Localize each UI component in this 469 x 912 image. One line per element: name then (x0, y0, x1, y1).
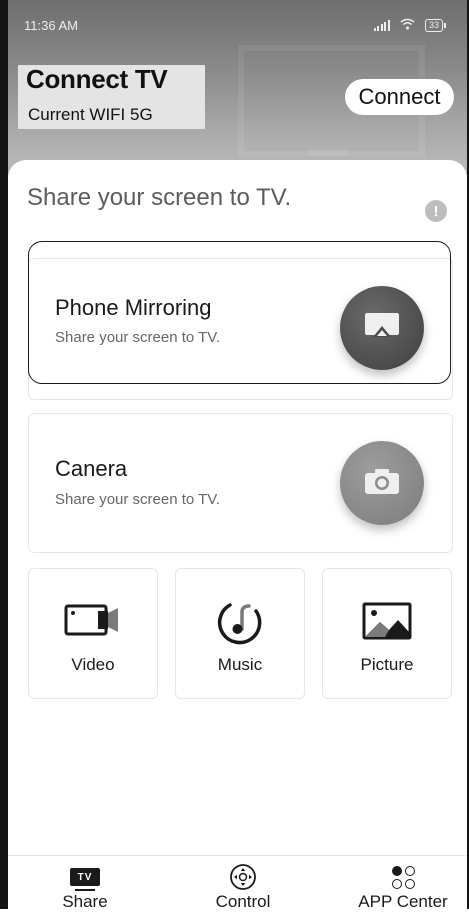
info-icon[interactable]: ! (425, 200, 447, 222)
music-label: Music (217, 655, 263, 674)
camera-card-title: Canera (55, 456, 128, 481)
bottom-nav: TV Share Control APP Center (8, 855, 467, 911)
device-frame-left (0, 0, 8, 909)
nav-share-label: Share (62, 892, 108, 911)
status-time: 11:36 AM (24, 18, 78, 33)
tv-stand-decoration (308, 150, 348, 156)
battery-icon: 33 (424, 18, 447, 32)
cast-screen-icon (364, 312, 400, 345)
camera-button[interactable] (340, 441, 424, 525)
wifi-icon (400, 18, 415, 32)
music-note-icon (176, 599, 304, 645)
phone-mirroring-button[interactable] (340, 286, 424, 370)
video-camera-icon (29, 599, 157, 643)
image-icon (323, 599, 451, 643)
connect-button[interactable]: Connect (345, 79, 454, 115)
app-grid-icon (343, 864, 463, 890)
status-bar: 11:36 AM 33 (16, 18, 453, 38)
video-tile[interactable]: Video (28, 568, 158, 699)
nav-share[interactable]: TV Share (30, 856, 140, 911)
picture-label: Picture (360, 655, 414, 674)
video-label: Video (71, 655, 115, 674)
camera-card-subtitle: Share your screen to TV. (55, 491, 221, 508)
share-heading: Share your screen to TV. (27, 184, 292, 211)
share-tv-badge: TV (70, 868, 100, 891)
nav-app-center-label: APP Center (358, 892, 448, 911)
page-title: Connect TV (26, 64, 168, 94)
status-icons: 33 (373, 18, 447, 32)
music-tile[interactable]: Music (175, 568, 305, 699)
nav-control-label: Control (215, 892, 271, 911)
camera-icon (364, 467, 400, 500)
current-wifi-label: Current WIFI 5G (28, 105, 153, 124)
signal-icon (373, 19, 390, 31)
remote-control-icon (188, 864, 298, 890)
nav-app-center[interactable]: APP Center (343, 856, 463, 911)
tv-icon: TV (30, 864, 140, 891)
nav-control[interactable]: Control (188, 856, 298, 911)
picture-tile[interactable]: Picture (322, 568, 452, 699)
